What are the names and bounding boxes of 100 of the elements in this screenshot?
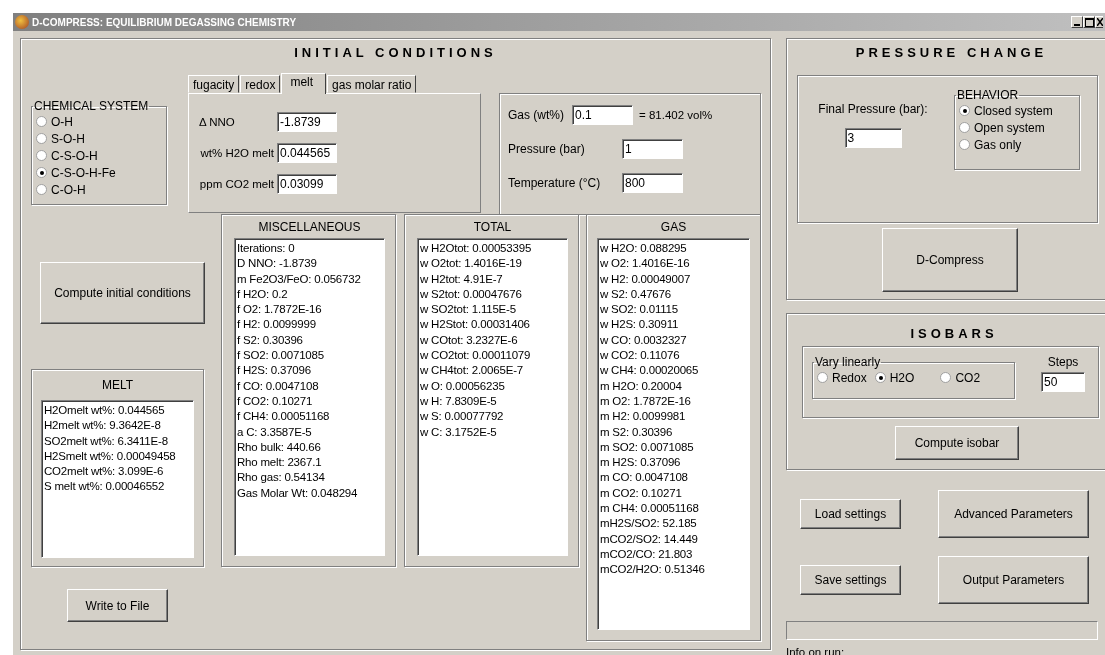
result-line: f CO2: 0.10271 — [237, 393, 314, 409]
result-line: w CO: 0.0032327 — [600, 332, 688, 348]
radio-option[interactable]: C-S-O-H-Fe — [36, 164, 162, 181]
input-field[interactable]: 1 — [622, 139, 683, 159]
result-line: f H2O: 0.2 — [237, 286, 289, 302]
result-line: m O2: 1.7872E-16 — [600, 393, 692, 409]
tab[interactable]: gas molar ratio — [327, 75, 417, 93]
panel-heading: ISOBARS — [909, 326, 999, 343]
panel-heading: INITIAL CONDITIONS — [293, 45, 498, 62]
result-line: m Fe2O3/FeO: 0.056732 — [237, 271, 362, 287]
radio-option[interactable]: C-O-H — [36, 181, 162, 198]
result-line: H2Omelt wt%: 0.044565 — [44, 403, 166, 418]
input-field[interactable]: 0.1 — [572, 105, 633, 125]
result-line: w SO2: 0.01115 — [600, 302, 679, 318]
radio-option[interactable]: Open system — [959, 119, 1075, 136]
result-line: Rho melt: 2367.1 — [237, 455, 323, 471]
result-line: Rho gas: 0.54134 — [237, 470, 326, 486]
radio-option[interactable]: C-S-O-H — [36, 147, 162, 164]
result-line: S melt wt%: 0.00046552 — [44, 479, 166, 495]
result-line: m SO2: 0.0071085 — [600, 439, 695, 455]
radio-option[interactable]: H2O — [874, 369, 915, 386]
result-line: w CH4: 0.00020065 — [600, 363, 700, 379]
radio-option[interactable]: Gas only — [959, 136, 1075, 153]
compute-button[interactable]: Compute initial conditions — [40, 262, 205, 324]
result-line: f S2: 0.30396 — [237, 332, 304, 348]
result-line: m H2S: 0.37096 — [600, 455, 682, 471]
field-label: Gas (wt%) — [508, 108, 565, 122]
volume-readout: = 81.402 vol% — [639, 109, 713, 121]
d-compress-button[interactable]: D-Compress — [882, 228, 1018, 292]
result-line: w O: 0.00056235 — [420, 378, 506, 394]
result-line: SO2melt wt%: 6.3411E-8 — [44, 433, 169, 449]
result-line: f H2: 0.0099999 — [237, 317, 317, 333]
result-line: m S2: 0.30396 — [600, 424, 674, 440]
field-label: Steps — [1047, 355, 1079, 369]
load-settings-button[interactable]: Load settings — [800, 499, 901, 529]
result-line: w S: 0.00077792 — [420, 409, 505, 425]
result-line: mCO2/SO2: 14.449 — [600, 531, 699, 547]
panel-heading: PRESSURE CHANGE — [854, 45, 1049, 62]
field-label: Δ NNO — [198, 115, 236, 128]
compute-isobar-button[interactable]: Compute isobar — [895, 426, 1019, 460]
result-line: w COtot: 3.2327E-6 — [420, 332, 519, 348]
tab[interactable]: redox — [240, 75, 281, 93]
advanced-parameters-button[interactable]: Advanced Parameters — [938, 490, 1089, 538]
write-button[interactable]: Write to File — [67, 589, 168, 622]
result-line: w H2S: 0.30911 — [600, 317, 680, 333]
result-line: f SO2: 0.0071085 — [237, 348, 325, 364]
result-line: w C: 3.1752E-5 — [420, 424, 498, 440]
radio-option[interactable]: CO2 — [940, 369, 981, 386]
result-line: w O2tot: 1.4016E-19 — [420, 256, 523, 272]
tab[interactable]: melt — [281, 73, 327, 94]
result-line: m CH4: 0.00051168 — [600, 501, 700, 517]
output-parameters-button[interactable]: Output Parameters — [938, 556, 1089, 604]
result-line: w CH4tot: 2.0065E-7 — [420, 363, 524, 379]
field-label: ppm CO2 melt — [198, 177, 275, 190]
result-line: w H: 7.8309E-5 — [420, 393, 498, 409]
result-line: w H2Stot: 0.00031406 — [420, 317, 531, 333]
result-line: CO2melt wt%: 3.099E-6 — [44, 464, 165, 480]
input-field[interactable]: -1.8739 — [277, 111, 337, 132]
radio-option[interactable]: S-O-H — [36, 130, 162, 147]
result-line: w CO2: 0.11076 — [600, 348, 681, 364]
result-line: f O2: 1.7872E-16 — [237, 302, 323, 318]
panel-title: TOTAL — [472, 220, 513, 236]
input-field[interactable]: 3 — [844, 128, 902, 148]
field-label: wt% H2O melt — [199, 146, 275, 159]
group-label: BEHAVIOR — [956, 88, 1020, 102]
radio-option[interactable]: Redox — [817, 369, 867, 386]
field-label: Final Pressure (bar): — [818, 102, 928, 116]
panel-title: GAS — [659, 220, 688, 236]
window-title: D-COMPRESS: EQUILIBRIUM DEGASSING CHEMISTRY — [32, 16, 298, 28]
panel-title: MISCELLANEOUS — [257, 220, 362, 236]
result-line: w H2: 0.00049007 — [600, 271, 692, 287]
group-label: Vary linearly — [814, 355, 882, 369]
result-line: Iterations: 0 — [237, 241, 296, 256]
radio-option[interactable]: Closed system — [959, 102, 1075, 119]
result-line: mCO2/H2O: 0.51346 — [600, 562, 706, 578]
result-line: f CH4: 0.00051168 — [237, 409, 331, 425]
result-line: w CO2tot: 0.00011079 — [420, 348, 532, 364]
result-line: m H2O: 0.20004 — [600, 378, 683, 394]
input-field[interactable]: 0.044565 — [277, 142, 337, 163]
result-line: w H2tot: 4.91E-7 — [420, 271, 504, 287]
result-line: w O2: 1.4016E-16 — [600, 256, 691, 272]
input-field[interactable]: 800 — [622, 173, 683, 193]
result-line: w S2tot: 0.00047676 — [420, 286, 523, 302]
result-line: mCO2/CO: 21.803 — [600, 546, 694, 562]
field-label: Pressure (bar) — [508, 142, 586, 156]
result-line: Gas Molar Wt: 0.048294 — [237, 485, 359, 501]
result-line: w H2Otot: 0.00053395 — [420, 241, 533, 256]
result-line: m CO: 0.0047108 — [600, 470, 689, 486]
result-line: H2Smelt wt%: 0.00049458 — [44, 448, 177, 464]
group-label: CHEMICAL SYSTEM — [33, 99, 150, 113]
save-settings-button[interactable]: Save settings — [800, 565, 901, 595]
tab[interactable]: fugacity — [188, 75, 240, 93]
panel-title: MELT — [100, 378, 135, 394]
result-line: m CO2: 0.10271 — [600, 485, 683, 501]
radio-option[interactable]: O-H — [36, 113, 162, 130]
result-line: f CO: 0.0047108 — [237, 378, 320, 394]
result-line: a C: 3.3587E-5 — [237, 424, 313, 440]
result-line: f H2S: 0.37096 — [237, 363, 312, 379]
input-field[interactable]: 0.03099 — [277, 173, 337, 194]
input-field[interactable]: 50 — [1041, 372, 1085, 392]
